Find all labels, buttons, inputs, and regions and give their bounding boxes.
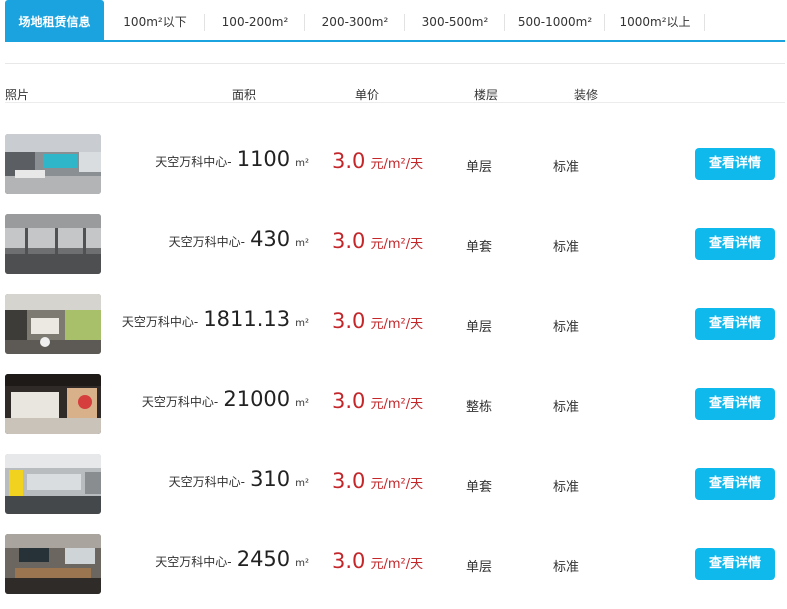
area-unit: m² <box>295 158 309 169</box>
area-cell: 天空万科中心- 2450 m² <box>155 547 309 571</box>
area-cell: 天空万科中心- 310 m² <box>169 467 309 491</box>
header-floor: 楼层 <box>474 88 499 102</box>
price-unit: 元/m²/天 <box>370 557 424 572</box>
tab-under-100[interactable]: 100m²以下 <box>105 0 205 40</box>
area-unit: m² <box>295 558 309 569</box>
price-unit: 元/m²/天 <box>370 317 424 332</box>
tab-100-200[interactable]: 100-200m² <box>205 0 305 40</box>
table-row: 天空万科中心- 1100 m² 3.0 元/m²/天 单层 标准 查看详情 <box>0 134 787 194</box>
price-value: 3.0 <box>332 549 366 573</box>
table-row: 天空万科中心- 310 m² 3.0 元/m²/天 单套 标准 查看详情 <box>0 454 787 514</box>
price-unit: 元/m²/天 <box>370 237 424 252</box>
view-details-button[interactable]: 查看详情 <box>695 388 775 420</box>
building-name: 天空万科中心- <box>168 475 245 489</box>
price-value: 3.0 <box>332 149 366 173</box>
view-details-button[interactable]: 查看详情 <box>695 148 775 180</box>
price-value: 3.0 <box>332 389 366 413</box>
tab-over-1000[interactable]: 1000m²以上 <box>605 0 705 40</box>
header-photo: 照片 <box>5 88 30 102</box>
area-value: 21000 <box>223 387 291 411</box>
table-row: 天空万科中心- 1811.13 m² 3.0 元/m²/天 单层 标准 查看详情 <box>0 294 787 354</box>
price-unit: 元/m²/天 <box>370 477 424 492</box>
floor-type: 单层 <box>466 560 493 575</box>
tab-200-300[interactable]: 200-300m² <box>305 0 405 40</box>
office-photo[interactable] <box>5 134 101 194</box>
price-unit: 元/m²/天 <box>370 157 424 172</box>
area-value: 1811.13 <box>203 307 291 331</box>
tab-rental-info[interactable]: 场地租赁信息 <box>5 0 104 40</box>
price-value: 3.0 <box>332 309 366 333</box>
decoration-type: 标准 <box>553 480 580 495</box>
area-value: 430 <box>250 227 291 251</box>
area-value: 310 <box>250 467 291 491</box>
table-row: 天空万科中心- 430 m² 3.0 元/m²/天 单套 标准 查看详情 <box>0 214 787 274</box>
header-price: 单价 <box>355 88 380 102</box>
floor-type: 单层 <box>466 160 493 175</box>
area-unit: m² <box>295 398 309 409</box>
floor-type: 整栋 <box>466 400 493 415</box>
price-value: 3.0 <box>332 229 366 253</box>
tab-300-500[interactable]: 300-500m² <box>405 0 505 40</box>
area-cell: 天空万科中心- 1811.13 m² <box>122 307 309 331</box>
size-filter-tabs: 场地租赁信息 100m²以下 100-200m² 200-300m² 300-5… <box>5 0 785 42</box>
table-header: 照片 面积 单价 楼层 装修 <box>5 86 785 103</box>
price-unit: 元/m²/天 <box>370 397 424 412</box>
price-cell: 3.0 元/m²/天 <box>332 389 423 413</box>
building-name: 天空万科中心- <box>141 395 219 409</box>
area-unit: m² <box>295 478 309 489</box>
view-details-button[interactable]: 查看详情 <box>695 308 775 340</box>
floor-type: 单层 <box>466 320 493 335</box>
office-photo[interactable] <box>5 374 101 434</box>
price-cell: 3.0 元/m²/天 <box>332 149 423 173</box>
tab-divider <box>704 14 705 31</box>
office-photo[interactable] <box>5 534 101 594</box>
header-area: 面积 <box>232 88 257 102</box>
building-name: 天空万科中心- <box>168 235 245 249</box>
building-name: 天空万科中心- <box>155 555 232 569</box>
area-cell: 天空万科中心- 430 m² <box>169 227 309 251</box>
price-value: 3.0 <box>332 469 366 493</box>
table-row: 天空万科中心- 21000 m² 3.0 元/m²/天 整栋 标准 查看详情 <box>0 374 787 434</box>
building-name: 天空万科中心- <box>121 315 199 329</box>
header-decoration: 装修 <box>574 88 599 102</box>
area-cell: 天空万科中心- 21000 m² <box>142 387 309 411</box>
floor-type: 单套 <box>466 480 493 495</box>
divider <box>5 63 785 64</box>
office-photo[interactable] <box>5 454 101 514</box>
area-value: 1100 <box>236 147 291 171</box>
area-unit: m² <box>295 318 309 329</box>
office-photo[interactable] <box>5 214 101 274</box>
area-value: 2450 <box>236 547 291 571</box>
floor-type: 单套 <box>466 240 493 255</box>
price-cell: 3.0 元/m²/天 <box>332 229 423 253</box>
decoration-type: 标准 <box>553 160 580 175</box>
decoration-type: 标准 <box>553 240 580 255</box>
decoration-type: 标准 <box>553 400 580 415</box>
tab-500-1000[interactable]: 500-1000m² <box>505 0 605 40</box>
view-details-button[interactable]: 查看详情 <box>695 228 775 260</box>
view-details-button[interactable]: 查看详情 <box>695 468 775 500</box>
area-unit: m² <box>295 238 309 249</box>
price-cell: 3.0 元/m²/天 <box>332 469 423 493</box>
view-details-button[interactable]: 查看详情 <box>695 548 775 580</box>
price-cell: 3.0 元/m²/天 <box>332 549 423 573</box>
area-cell: 天空万科中心- 1100 m² <box>155 147 309 171</box>
price-cell: 3.0 元/m²/天 <box>332 309 423 333</box>
building-name: 天空万科中心- <box>155 155 232 169</box>
table-row: 天空万科中心- 2450 m² 3.0 元/m²/天 单层 标准 查看详情 <box>0 534 787 594</box>
office-photo[interactable] <box>5 294 101 354</box>
decoration-type: 标准 <box>553 560 580 575</box>
decoration-type: 标准 <box>553 320 580 335</box>
